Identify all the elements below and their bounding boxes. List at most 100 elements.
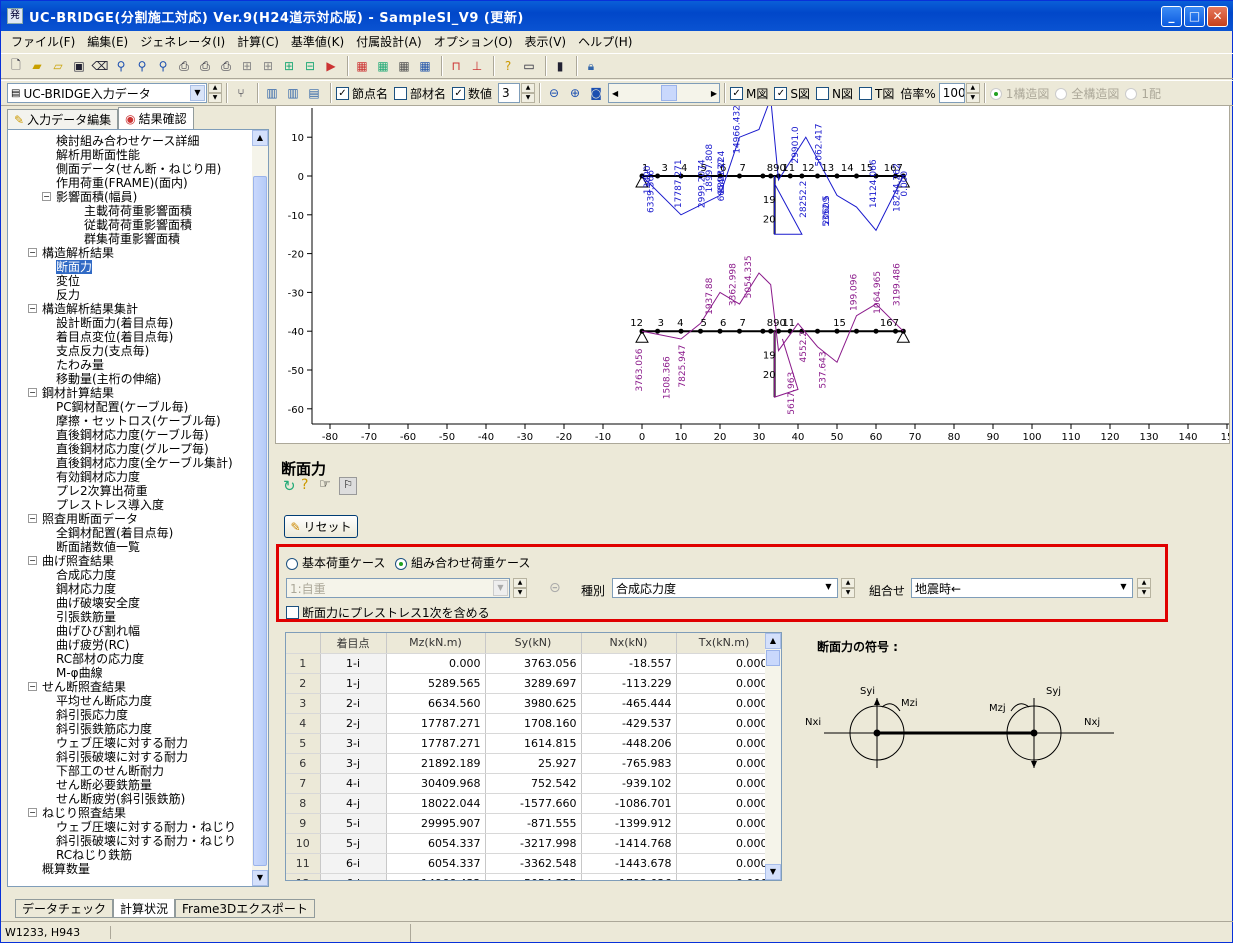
pointer-icon[interactable]: ☞ bbox=[319, 477, 339, 495]
nx-cell[interactable]: -1399.912 bbox=[581, 813, 677, 834]
tree-expander-icon[interactable]: − bbox=[28, 808, 37, 817]
tree-expander-icon[interactable]: − bbox=[28, 682, 37, 691]
tree-item[interactable]: 斜引張応力度 bbox=[56, 708, 128, 722]
layout-split-icon[interactable]: ▥ bbox=[284, 84, 302, 102]
tree-item[interactable]: 全鋼材配置(着目点毎) bbox=[56, 526, 173, 540]
info-icon[interactable]: ▭ bbox=[520, 57, 538, 75]
tx-cell[interactable]: 0.000 bbox=[676, 673, 773, 694]
scroll-thumb[interactable] bbox=[253, 176, 267, 866]
tree-item[interactable]: 側面データ(せん断・ねじり用) bbox=[56, 162, 221, 176]
tree-item[interactable]: 照査用断面データ bbox=[42, 512, 138, 526]
point-cell[interactable]: 1-i bbox=[320, 653, 387, 674]
sy-cell[interactable]: 752.542 bbox=[485, 773, 582, 794]
new-file-icon[interactable]: 🗋 bbox=[7, 57, 25, 75]
lock-icon[interactable]: 🔒︎ bbox=[582, 57, 600, 75]
tx-cell[interactable]: 0.000 bbox=[676, 873, 773, 880]
zoom-icon[interactable]: ⚲ bbox=[133, 57, 151, 75]
table-row[interactable]: 5 3-i 17787.271 1614.815 -448.206 0.000 bbox=[286, 733, 773, 754]
pin-icon[interactable]: ⚐ bbox=[339, 477, 357, 495]
title-bar[interactable]: 発 UC-BRIDGE(分割施工対応) Ver.9(H24道示対応版) - Sa… bbox=[1, 1, 1233, 31]
table-scrollbar[interactable]: ▲ ▼ bbox=[765, 633, 781, 880]
tree-item[interactable]: 鋼材応力度 bbox=[56, 582, 116, 596]
zoom-spinner[interactable]: ▲ ▼ bbox=[965, 83, 980, 103]
point-cell[interactable]: 3-j bbox=[320, 753, 387, 774]
tree-icon[interactable]: ⑂ bbox=[232, 84, 250, 102]
tree-item[interactable]: せん断必要鉄筋量 bbox=[56, 778, 152, 792]
point-cell[interactable]: 2-i bbox=[320, 693, 387, 714]
node-name-checkbox[interactable]: ✓ 節点名 bbox=[336, 85, 388, 102]
value-checkbox[interactable]: ✓ 数値 bbox=[452, 85, 492, 102]
digits-field[interactable]: 3 bbox=[498, 83, 521, 103]
lock-icon[interactable]: ⊝ bbox=[549, 580, 561, 596]
tree-item[interactable]: 鋼材計算結果 bbox=[42, 386, 114, 400]
tree-item[interactable]: せん断疲労(斜引張鉄筋) bbox=[56, 792, 185, 806]
tree-item[interactable]: M-φ曲線 bbox=[56, 666, 103, 680]
tree-item[interactable]: RC部材の応力度 bbox=[56, 652, 144, 666]
scroll-up-icon[interactable]: ▲ bbox=[765, 633, 781, 649]
tx-cell[interactable]: 0.000 bbox=[676, 813, 773, 834]
tree-item[interactable]: 曲げ疲労(RC) bbox=[56, 638, 129, 652]
tree-expander-icon[interactable]: − bbox=[28, 248, 37, 257]
tree-item[interactable]: 影響面積(幅員) bbox=[56, 190, 137, 204]
menu-calc[interactable]: 計算(C) bbox=[231, 33, 285, 50]
tree-item[interactable]: 引張鉄筋量 bbox=[56, 610, 116, 624]
scroll-slider[interactable]: ◀ ▶ bbox=[608, 83, 721, 103]
scroll-up-icon[interactable]: ▲ bbox=[252, 130, 268, 146]
col-header-sy[interactable]: Sy(kN) bbox=[485, 633, 582, 654]
col-header-mz[interactable]: Mz(kN.m) bbox=[386, 633, 486, 654]
tree-item[interactable]: 着目点変位(着目点毎) bbox=[56, 330, 173, 344]
tree-item[interactable]: 下部工のせん断耐力 bbox=[56, 764, 164, 778]
nx-cell[interactable]: -1792.026 bbox=[581, 873, 677, 880]
tree-expander-icon[interactable]: − bbox=[28, 514, 37, 523]
table-row[interactable]: 1 1-i 0.000 3763.056 -18.557 0.000 bbox=[286, 653, 773, 674]
kind-spinner[interactable]: ▲ ▼ bbox=[841, 578, 855, 598]
point-cell[interactable]: 3-i bbox=[320, 733, 387, 754]
tree-item[interactable]: ウェブ圧壊に対する耐力・ねじり bbox=[56, 820, 236, 834]
result-tree[interactable]: 検討組み合わせケース詳細 解析用断面性能 側面データ(せん断・ねじり用) 作用荷重(F… bbox=[7, 129, 269, 887]
slider-thumb[interactable] bbox=[661, 85, 678, 101]
ruler-icon[interactable]: ▮ bbox=[551, 57, 569, 75]
run-icon[interactable]: ▶ bbox=[322, 57, 340, 75]
digits-spinner[interactable]: ▲ ▼ bbox=[521, 83, 536, 103]
tx-cell[interactable]: 0.000 bbox=[676, 833, 773, 854]
chevron-left-icon[interactable]: ◀ bbox=[612, 89, 618, 98]
nx-cell[interactable]: -18.557 bbox=[581, 653, 677, 674]
tx-cell[interactable]: 0.000 bbox=[676, 793, 773, 814]
tree-item[interactable]: プレ2次算出荷重 bbox=[56, 484, 148, 498]
scroll-down-icon[interactable]: ▼ bbox=[252, 870, 268, 886]
tree-item[interactable]: 摩擦・セットロス(ケーブル毎) bbox=[56, 414, 221, 428]
tree-item[interactable]: 断面力 bbox=[56, 260, 93, 274]
tx-cell[interactable]: 0.000 bbox=[676, 753, 773, 774]
sy-cell[interactable]: 3980.625 bbox=[485, 693, 582, 714]
tx-cell[interactable]: 0.000 bbox=[676, 713, 773, 734]
table-row[interactable]: 7 4-i 30409.968 752.542 -939.102 0.000 bbox=[286, 773, 773, 794]
table-row[interactable]: 11 6-i 6054.337 -3362.548 -1443.678 0.000 bbox=[286, 853, 773, 874]
tree-expander-icon[interactable]: − bbox=[28, 304, 37, 313]
sy-cell[interactable]: -1577.660 bbox=[485, 793, 582, 814]
layout-single-icon[interactable]: ▥ bbox=[263, 84, 281, 102]
combination-spinner[interactable]: ▲ ▼ bbox=[1137, 578, 1151, 598]
scroll-down-icon[interactable]: ▼ bbox=[765, 864, 781, 880]
point-cell[interactable]: 4-j bbox=[320, 793, 387, 814]
combo-spinner[interactable]: ▲ ▼ bbox=[208, 83, 222, 103]
tree-item[interactable]: 反力 bbox=[56, 288, 80, 302]
tree-item[interactable]: ウェブ圧壊に対する耐力 bbox=[56, 736, 188, 750]
menu-option[interactable]: オプション(O) bbox=[428, 33, 519, 50]
print-icon[interactable]: ⎙ bbox=[175, 57, 193, 75]
tree-item[interactable]: 曲げ破壊安全度 bbox=[56, 596, 140, 610]
menu-file[interactable]: ファイル(F) bbox=[5, 33, 81, 50]
result-icon[interactable]: ⊞ bbox=[259, 57, 277, 75]
nx-cell[interactable]: -1086.701 bbox=[581, 793, 677, 814]
reset-button[interactable]: ✎ リセット bbox=[284, 515, 358, 538]
calc-icon[interactable]: ⊟ bbox=[301, 57, 319, 75]
sy-cell[interactable]: 1614.815 bbox=[485, 733, 582, 754]
tree-item[interactable]: 断面諸数値一覧 bbox=[56, 540, 140, 554]
tx-cell[interactable]: 0.000 bbox=[676, 693, 773, 714]
tree-item[interactable]: 群集荷重影響面積 bbox=[84, 232, 180, 246]
table-row[interactable]: 3 2-i 6634.560 3980.625 -465.444 0.000 bbox=[286, 693, 773, 714]
tree-item[interactable]: 支点反力(支点毎) bbox=[56, 344, 149, 358]
tree-item[interactable]: 曲げ照査結果 bbox=[42, 554, 114, 568]
zoom-out-icon[interactable]: ⊖ bbox=[545, 84, 563, 102]
mz-cell[interactable]: 18022.044 bbox=[386, 793, 486, 814]
tree-item[interactable]: 移動量(主桁の伸縮) bbox=[56, 372, 161, 386]
